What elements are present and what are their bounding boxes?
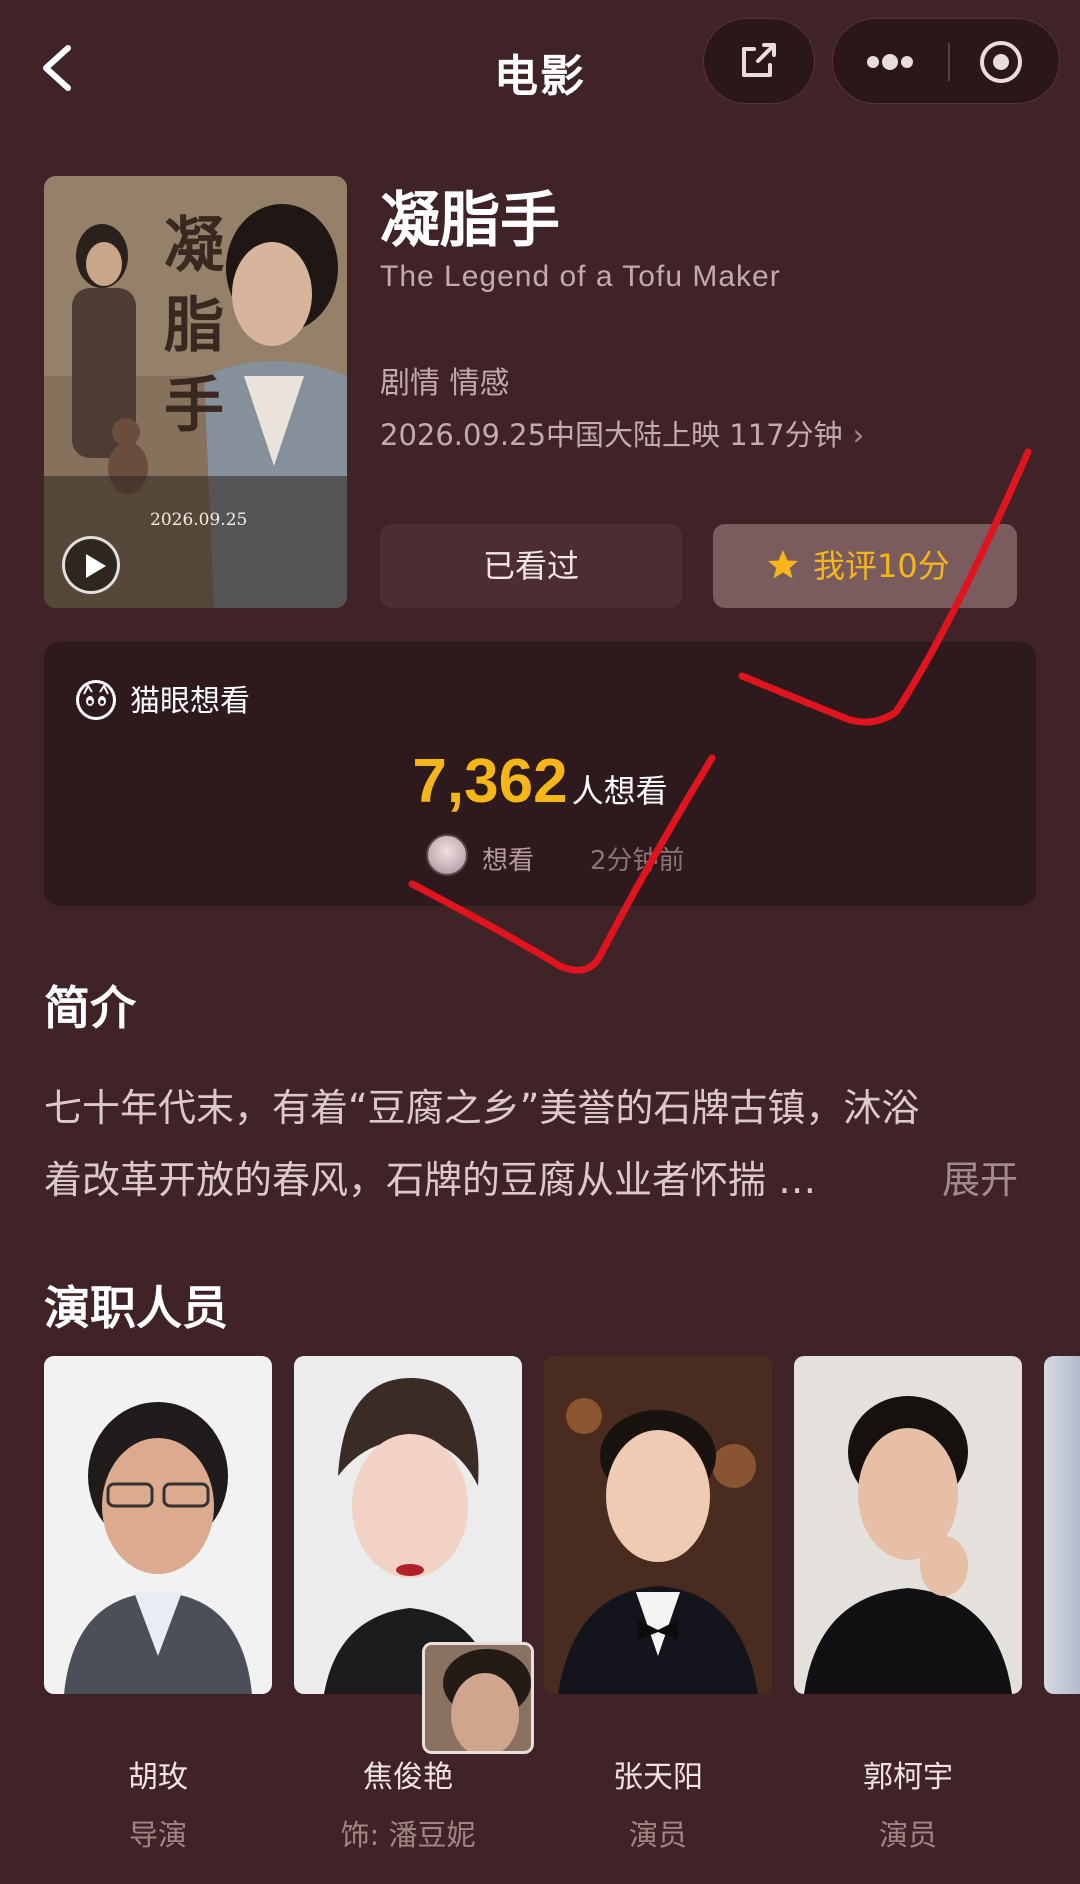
movie-english-title: The Legend of a Tofu Maker [380,260,781,293]
cast-heading: 演职人员 [44,1281,228,1335]
synopsis-heading: 简介 [44,981,136,1035]
maoyan-cat-icon [76,680,116,720]
movie-genres: 剧情 情感 [380,366,510,401]
more-dots-icon [867,54,913,70]
chevron-right-icon: › [852,418,865,452]
synopsis-line-2: 着改革开放的春风，石牌的豆腐从业者怀揣 … [44,1158,817,1202]
cast-name: 张天阳 [613,1760,703,1795]
movie-poster[interactable]: 凝脂手 2026.09.25 [44,176,347,608]
cast-photo [44,1356,272,1694]
share-icon [742,43,776,77]
activity-action: 想看 [482,846,535,876]
seen-button[interactable]: 已看过 [380,524,682,608]
poster-title-text: 凝脂手 [164,211,224,441]
want-to-watch-card: 猫眼想看 7,362 人想看 想看 2分钟前 [44,642,1036,906]
expand-button[interactable]: 展开 [942,1144,1018,1216]
share-button[interactable] [703,18,815,104]
cast-portrait-1 [44,1356,272,1694]
release-info-text: 2026.09.25中国大陆上映 117分钟 [380,418,843,452]
cast-role: 饰: 潘豆妮 [340,1818,476,1852]
cast-name: 焦俊艳 [363,1760,453,1795]
want-source-label: 猫眼想看 [130,684,250,719]
synopsis-text: 七十年代末，有着“豆腐之乡”美誉的石牌古镇，沐浴 着改革开放的春风，石牌的豆腐从… [44,1072,1036,1216]
poster-date-text: 2026.09.25 [150,510,248,530]
close-button[interactable] [949,19,1061,105]
mini-program-capsule [832,18,1060,104]
nav-bar: 电影 [0,0,1080,130]
star-icon [768,550,798,579]
avatar [426,834,468,876]
character-portrait [425,1645,531,1751]
character-thumbnail [422,1642,534,1754]
want-count-unit: 人想看 [571,772,668,810]
want-count: 7,362 [412,747,568,816]
cast-card-partial[interactable] [1044,1356,1080,1694]
cast-list: 胡玫 导演 焦俊艳 饰: 潘豆妮 张天阳 演员 郭柯宇 演员 [44,1356,1080,1856]
cast-portrait-3 [544,1356,772,1694]
more-button[interactable] [833,19,947,105]
play-trailer-button[interactable] [62,536,120,594]
cast-role: 导演 [128,1818,187,1852]
cast-name: 胡玫 [128,1760,188,1795]
movie-title: 凝脂手 [380,186,560,256]
release-info-link[interactable]: 2026.09.25中国大陆上映 117分钟 › [380,412,864,454]
want-count-row: 7,362 人想看 [44,746,1036,817]
activity-time: 2分钟前 [590,846,685,876]
cast-role: 演员 [878,1818,937,1852]
cast-photo [794,1356,1022,1694]
cast-photo [544,1356,772,1694]
target-close-icon [980,41,1022,83]
cast-portrait-4 [794,1356,1022,1694]
synopsis-line-1: 七十年代末，有着“豆腐之乡”美誉的石牌古镇，沐浴 [44,1086,920,1130]
cast-name: 郭柯宇 [863,1760,953,1795]
cast-role: 演员 [628,1818,687,1852]
rate-label: 我评10分 [813,547,950,585]
rate-button[interactable]: 我评10分 [713,524,1017,608]
